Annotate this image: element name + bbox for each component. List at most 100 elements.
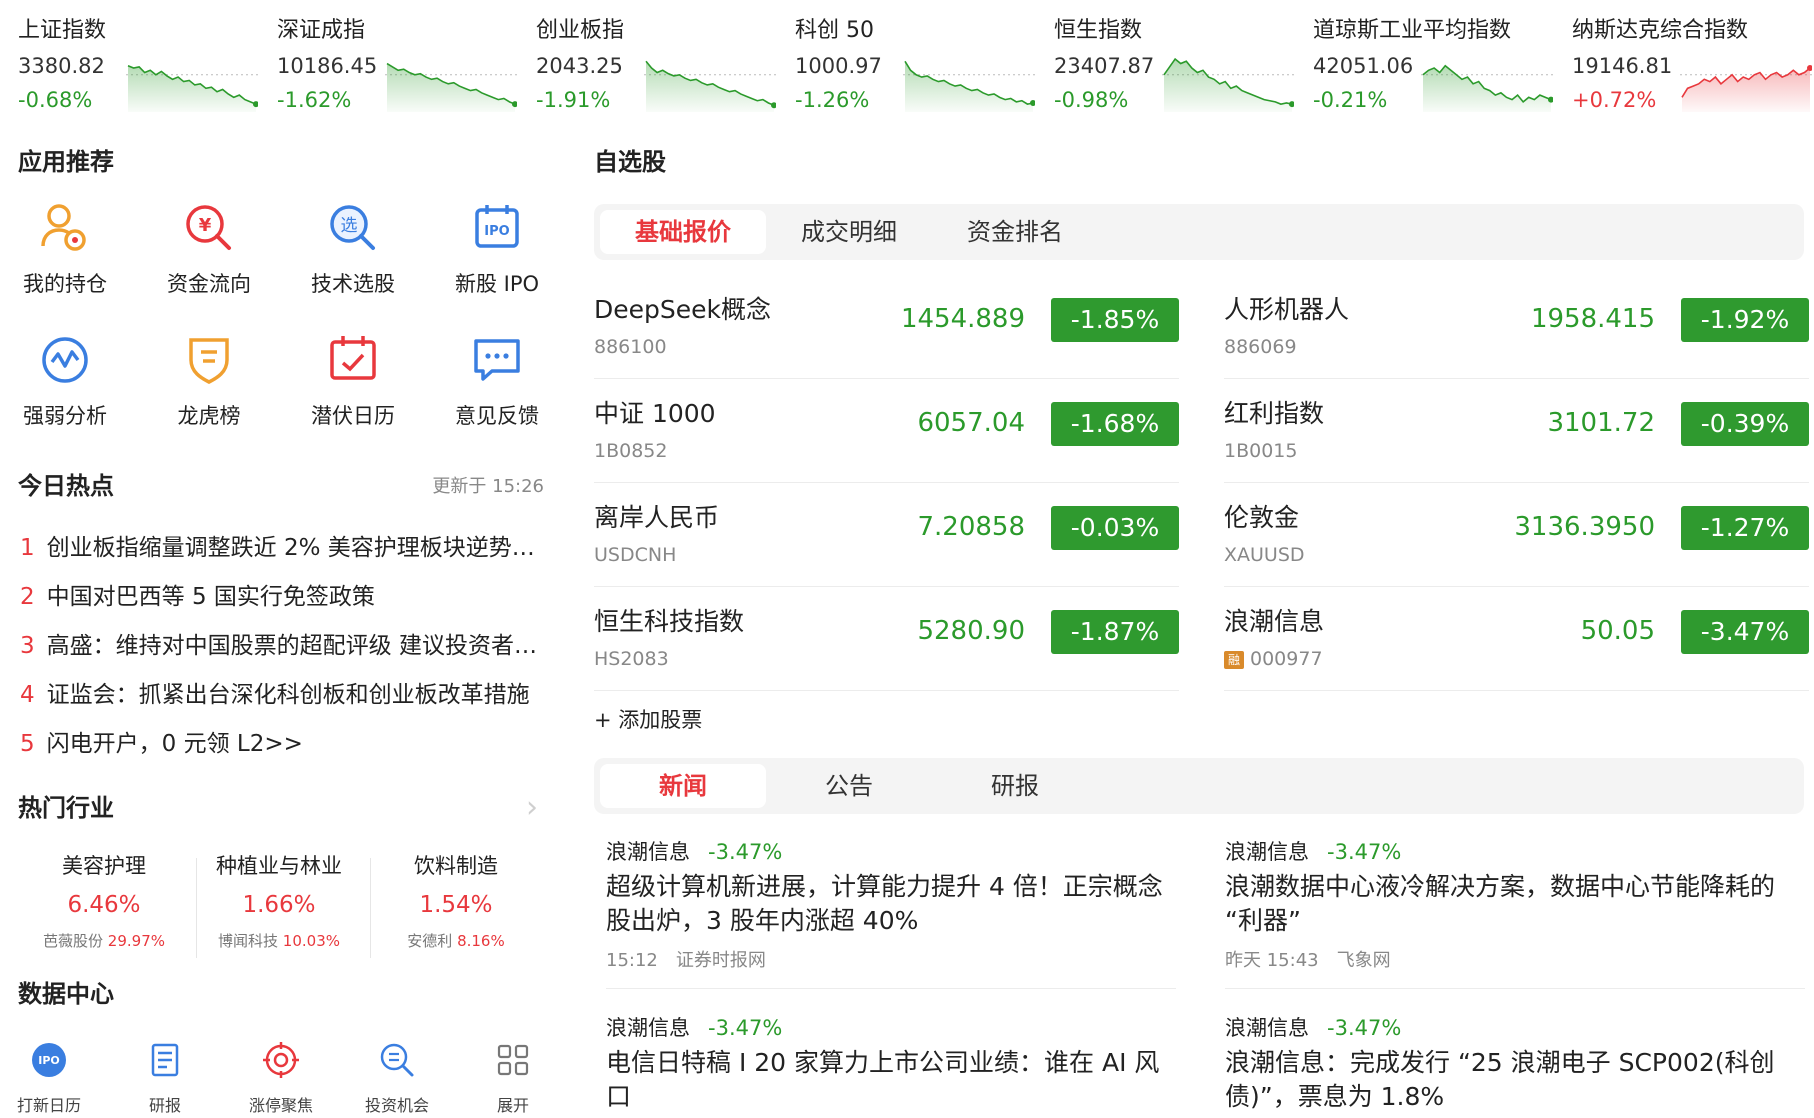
stock-change-badge[interactable]: -0.03% (1051, 506, 1179, 550)
app-holdings[interactable]: 我的持仓 (0, 198, 130, 298)
hot-news-rank: 5 (20, 731, 35, 757)
tab-research[interactable]: 研报 (932, 764, 1098, 808)
hot-news-rank: 4 (20, 682, 35, 708)
datacenter-label: 研报 (148, 1096, 181, 1115)
tab-news[interactable]: 新闻 (600, 764, 766, 808)
datacenter-item-ipo-calendar[interactable]: IPO 打新日历 (0, 1040, 104, 1116)
tab-basic-quote[interactable]: 基础报价 (600, 210, 766, 254)
datacenter-item-research[interactable]: 研报 (110, 1040, 220, 1116)
watchlist-title: 自选股 (594, 148, 666, 176)
watchlist-row[interactable]: 红利指数 1B0015 3101.72 -0.39% (1224, 378, 1809, 483)
stock-news-item[interactable]: 浪潮信息 -3.47% 浪潮信息：完成发行 “25 浪潮电子 SCP002(科创债… (1225, 1012, 1795, 1114)
hot-news-item[interactable]: 5 闪电开户，0 元领 L2>> (20, 724, 540, 758)
news-source: 证券时报网 (675, 950, 766, 971)
news-stock-change: -3.47% (1327, 840, 1402, 864)
news-title: 超级计算机新进展，计算能力提升 4 倍！正宗概念股出炉，3 股年内涨超 40% (606, 872, 1163, 935)
strength-analysis-icon (35, 330, 95, 390)
stock-price: 1454.889 (900, 304, 1025, 334)
add-stock-button[interactable]: + 添加股票 (594, 704, 702, 734)
index-card-shanghai[interactable]: 上证指数 3380.82 -0.68% (18, 6, 268, 116)
app-dragon-tiger[interactable]: 龙虎榜 (144, 330, 274, 430)
watchlist-row[interactable]: 离岸人民币 USDCNH 7.20858 -0.03% (594, 482, 1179, 587)
index-card-shenzhen[interactable]: 深证成指 10186.45 -1.62% (277, 6, 527, 116)
index-name: 创业板指 (536, 18, 625, 43)
app-label: 龙虎榜 (177, 404, 241, 428)
index-card-chinext[interactable]: 创业板指 2043.25 -1.91% (536, 6, 786, 116)
stock-name: 离岸人民币 (594, 503, 720, 532)
hot-news-text: 创业板指缩量调整跌近 2% 美容护理板块逆势走强 (46, 535, 540, 561)
stock-name: 伦敦金 (1224, 503, 1300, 532)
chevron-right-icon[interactable]: › (526, 790, 538, 825)
index-value: 1000.97 (795, 54, 882, 78)
watchlist-tabbar: 基础报价 成交明细 资金排名 (594, 204, 1804, 260)
hot-news-text: 高盛：维持对中国股票的超配评级 建议投资者逢低布局 (46, 633, 540, 659)
watchlist-row[interactable]: 伦敦金 XAUUSD 3136.3950 -1.27% (1224, 482, 1809, 587)
svg-text:IPO: IPO (38, 1054, 60, 1067)
app-calendar[interactable]: 潜伏日历 (288, 330, 418, 430)
hot-news-item[interactable]: 3 高盛：维持对中国股票的超配评级 建议投资者逢低布局 (20, 626, 540, 660)
watchlist-row[interactable]: 人形机器人 886069 1958.415 -1.92% (1224, 274, 1809, 379)
datacenter-item-expand[interactable]: 展开 (458, 1040, 568, 1116)
stock-code: 000977 (1250, 648, 1323, 670)
stock-change-badge[interactable]: -3.47% (1681, 610, 1809, 654)
watchlist-row[interactable]: DeepSeek概念 886100 1454.889 -1.85% (594, 274, 1179, 379)
app-label: 意见反馈 (455, 404, 539, 428)
index-card-dowjones[interactable]: 道琼斯工业平均指数 42051.06 -0.21% (1313, 6, 1563, 116)
stock-news-item[interactable]: 浪潮信息 -3.47% 电信日特稿 I 20 家算力上市公司业绩：谁在 AI 风口 (606, 1012, 1176, 1114)
app-label: 潜伏日历 (311, 404, 395, 428)
news-source: 飞象网 (1336, 950, 1391, 971)
tab-trade-detail[interactable]: 成交明细 (766, 210, 932, 254)
index-sparkline (1162, 57, 1294, 112)
industry-card[interactable]: 美容护理 6.46% 芭薇股份 29.97% (14, 850, 194, 951)
industry-pct: 1.54% (419, 892, 493, 918)
index-value: 19146.81 (1572, 54, 1673, 78)
stock-change-badge[interactable]: -1.87% (1051, 610, 1179, 654)
stock-news-item[interactable]: 浪潮信息 -3.47% 浪潮数据中心液冷解决方案，数据中心节能降耗的 “利器” 昨… (1225, 836, 1795, 972)
stock-change-badge[interactable]: -1.92% (1681, 298, 1809, 342)
app-label: 我的持仓 (23, 272, 107, 296)
tab-fund-ranking[interactable]: 资金排名 (932, 210, 1098, 254)
hot-updated-time: 更新于 15:26 (432, 476, 544, 497)
index-change: -0.68% (18, 88, 93, 112)
stock-news-item[interactable]: 浪潮信息 -3.47% 超级计算机新进展，计算能力提升 4 倍！正宗概念股出炉，3… (606, 836, 1176, 972)
limit-up-focus-icon (261, 1040, 301, 1080)
datacenter-item-limit-up[interactable]: 涨停聚焦 (226, 1040, 336, 1116)
stock-change-badge[interactable]: -1.68% (1051, 402, 1179, 446)
industry-leader: 安德利 8.16% (366, 930, 546, 951)
tab-announcements[interactable]: 公告 (766, 764, 932, 808)
divider (1225, 988, 1805, 989)
datacenter-item-opportunity[interactable]: 投资机会 (342, 1040, 452, 1116)
industry-card[interactable]: 种植业与林业 1.66% 博闻科技 10.03% (189, 850, 369, 951)
hot-news-text: 证监会：抓紧出台深化科创板和创业板改革措施 (46, 682, 530, 708)
app-money-flow[interactable]: ¥ 资金流向 (144, 198, 274, 298)
stock-picker-icon: 选 (323, 198, 383, 258)
hot-news-item[interactable]: 4 证监会：抓紧出台深化科创板和创业板改革措施 (20, 675, 540, 709)
watchlist-row[interactable]: 浪潮信息 融 000977 50.05 -3.47% (1224, 586, 1809, 691)
stock-change-badge[interactable]: -1.85% (1051, 298, 1179, 342)
stock-name: 中证 1000 (594, 399, 716, 428)
hot-news-item[interactable]: 2 中国对巴西等 5 国实行免签政策 (20, 577, 540, 611)
app-feedback[interactable]: 意见反馈 (432, 330, 562, 430)
expand-grid-icon (493, 1040, 533, 1080)
app-ipo[interactable]: IPO 新股 IPO (432, 198, 562, 298)
index-name: 纳斯达克综合指数 (1572, 18, 1749, 43)
watchlist-row[interactable]: 恒生科技指数 HS2083 5280.90 -1.87% (594, 586, 1179, 691)
index-card-star50[interactable]: 科创 50 1000.97 -1.26% (795, 6, 1045, 116)
hot-news-item[interactable]: 1 创业板指缩量调整跌近 2% 美容护理板块逆势走强 (20, 528, 540, 562)
index-value: 3380.82 (18, 54, 105, 78)
app-strength-analysis[interactable]: 强弱分析 (0, 330, 130, 430)
news-tabbar: 新闻 公告 研报 (594, 758, 1804, 814)
stock-change-badge[interactable]: -0.39% (1681, 402, 1809, 446)
app-stock-picker[interactable]: 选 技术选股 (288, 198, 418, 298)
index-card-nasdaq[interactable]: 纳斯达克综合指数 19146.81 +0.72% (1572, 6, 1814, 116)
stock-code: USDCNH (594, 544, 677, 566)
sparkline-area (646, 61, 774, 112)
industry-pct: 1.66% (242, 892, 316, 918)
stock-change-badge[interactable]: -1.27% (1681, 506, 1809, 550)
watchlist-row[interactable]: 中证 1000 1B0852 6057.04 -1.68% (594, 378, 1179, 483)
feedback-icon (467, 330, 527, 390)
industry-card[interactable]: 饮料制造 1.54% 安德利 8.16% (366, 850, 546, 951)
index-card-hangseng[interactable]: 恒生指数 23407.87 -0.98% (1054, 6, 1304, 116)
datacenter-label: 涨停聚焦 (248, 1096, 313, 1115)
hot-news-rank: 3 (20, 633, 35, 659)
